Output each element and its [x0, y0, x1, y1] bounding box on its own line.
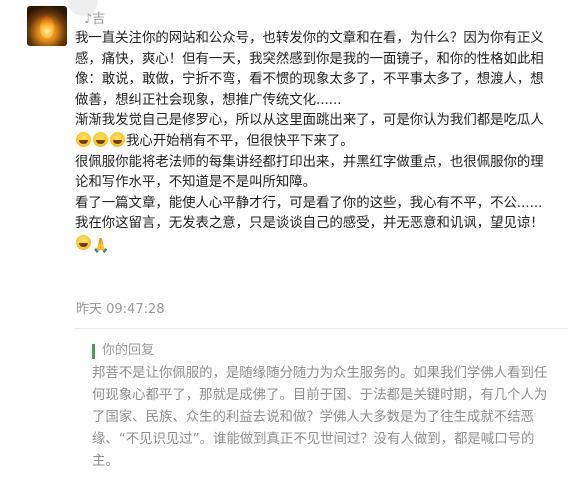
- username[interactable]: ♪吉: [84, 8, 105, 27]
- grinning-face-icon: [76, 131, 91, 147]
- comment-paragraph: 我在你这留言，无发表之意，只是谈谈自己的感受，并无恶意和讥讽，望见谅！ 🙏: [75, 214, 553, 255]
- comment-text: 我一直关注你的网站和公众号，也转发你的文章和在看，为什么？因为你有正义感，痛快，…: [75, 29, 553, 256]
- comment-paragraph: 我一直关注你的网站和公众号，也转发你的文章和在看，为什么？因为你有正义感，痛快，…: [75, 31, 544, 108]
- reply-body: 邦菩不是让你佩服的，是随缘随分随力为众生服务的。如果我们学佛人看到任何现象心都平…: [92, 366, 548, 469]
- comment-text-span: 渐渐我发觉自己是修罗心，所以从这里面跳出来了，可是你认为我们都是吃瓜人: [75, 113, 544, 129]
- flame-icon: [40, 16, 54, 38]
- comment-paragraph: 渐渐我发觉自己是修罗心，所以从这里面跳出来了，可是你认为我们都是吃瓜人我心开始稍…: [75, 111, 553, 152]
- avatar[interactable]: [27, 6, 67, 46]
- grinning-face-icon: [110, 131, 125, 147]
- comment-paragraph: 很佩服你能将老法师的每集讲经都打印出来，并黑红字做重点，也很佩服你的理论和写作水…: [75, 154, 544, 191]
- reply-title: 你的回复: [102, 343, 155, 358]
- comment-text-span: 我心开始稍有不平，但很快平下来了。: [126, 133, 354, 149]
- divider: [75, 328, 568, 329]
- author-reply: 你的回复 邦菩不是让你佩服的，是随缘随分随力为众生服务的。如果我们学佛人看到任何…: [92, 341, 552, 473]
- comment-timestamp: 昨天 09:47:28: [76, 302, 165, 317]
- comment-text-span: 我在你这留言，无发表之意，只是谈谈自己的感受，并无恶意和讥讽，望见谅！: [75, 216, 544, 232]
- grinning-face-icon: [76, 234, 91, 250]
- grinning-face-icon: [93, 131, 108, 147]
- comment-paragraph: 看了一篇文章，能使人心平静才行，可是看了你的这些，我心有不平，不公......: [75, 195, 543, 211]
- reply-accent-bar: [92, 344, 95, 359]
- folded-hands-icon: 🙏: [92, 237, 110, 254]
